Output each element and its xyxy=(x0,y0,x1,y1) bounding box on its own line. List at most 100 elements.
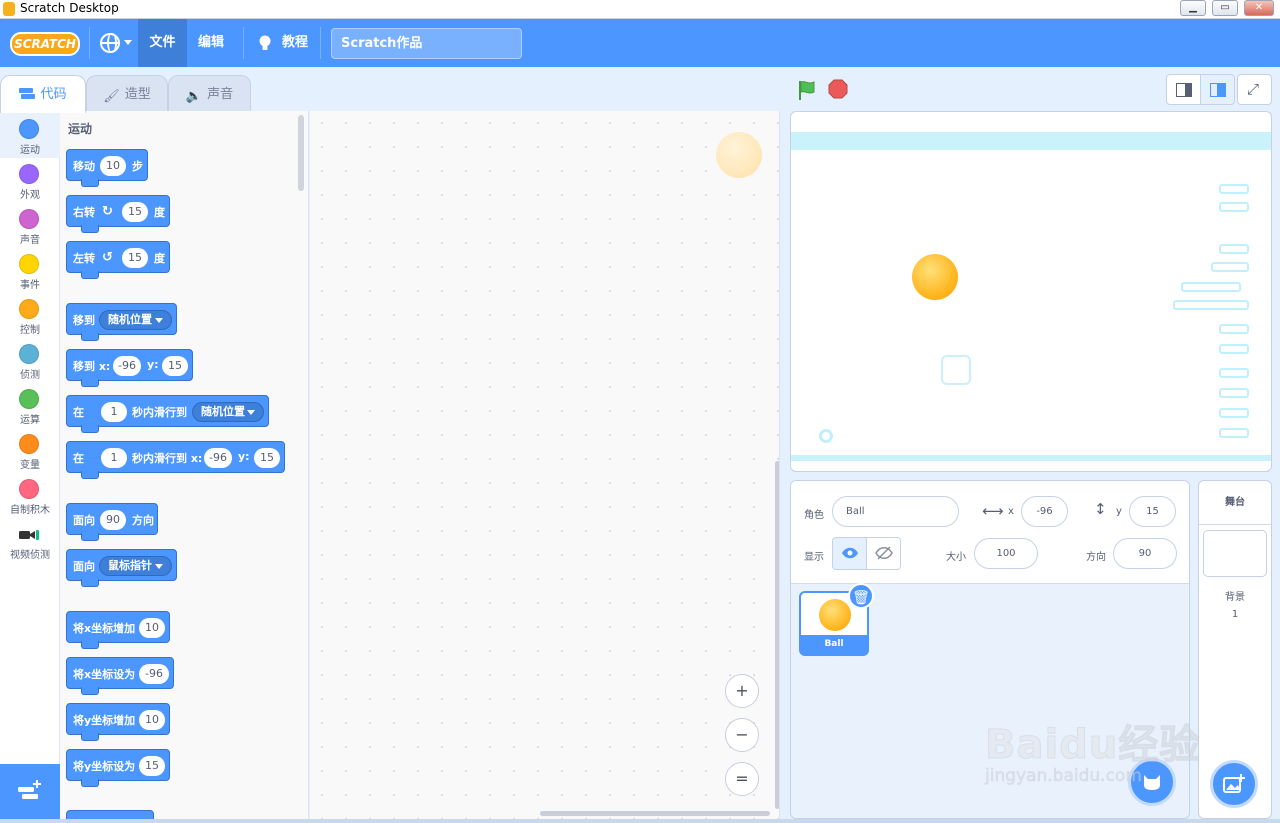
tab-code[interactable]: 代码 xyxy=(0,75,86,113)
y-position-icon: ↕ xyxy=(1094,500,1107,518)
block-input[interactable]: -96 xyxy=(139,664,169,684)
normal-stage-button[interactable] xyxy=(1200,74,1235,105)
ball-sprite[interactable] xyxy=(912,254,958,300)
block-text: 在 xyxy=(73,452,84,465)
category-events[interactable]: 事件 xyxy=(0,248,60,293)
minimize-button[interactable]: ▁ xyxy=(1180,0,1206,16)
block-change-y[interactable]: 将y坐标增加 10 xyxy=(66,703,170,741)
category-label: 运动 xyxy=(20,145,40,156)
category-dot xyxy=(19,164,39,184)
stage-thumbnail[interactable] xyxy=(1203,530,1267,577)
block-input[interactable]: 10 xyxy=(100,156,126,176)
category-sound[interactable]: 声音 xyxy=(0,203,60,248)
block-turn-left[interactable]: 左转 ↺ 15 度 xyxy=(66,241,170,279)
brush-icon: 🖌 xyxy=(103,89,120,104)
zoom-in-button[interactable]: + xyxy=(725,674,759,708)
category-operators[interactable]: 运算 xyxy=(0,383,60,428)
block-glide-random[interactable]: 在 1 秒内滑行到 随机位置 xyxy=(66,395,269,433)
category-control[interactable]: 控制 xyxy=(0,293,60,338)
block-glide-xy[interactable]: 在 1 秒内滑行到 x: -96 y: 15 xyxy=(66,441,285,479)
sprite-name-input[interactable]: Ball xyxy=(832,496,959,527)
block-input[interactable]: 10 xyxy=(139,710,165,730)
block-partial[interactable] xyxy=(66,810,154,819)
backdrop-decoration xyxy=(1219,202,1249,212)
menu-bar: SCRATCH 文件 编辑 教程 Scratch作品 xyxy=(0,19,1280,67)
block-input[interactable]: -96 xyxy=(204,448,232,468)
tab-costumes[interactable]: 🖌 造型 xyxy=(86,75,168,112)
block-input[interactable]: -96 xyxy=(113,356,141,376)
category-dot xyxy=(19,389,39,409)
window-title: Scratch Desktop xyxy=(20,1,119,15)
block-input[interactable]: 10 xyxy=(139,618,165,638)
category-looks[interactable]: 外观 xyxy=(0,158,60,203)
block-point-towards[interactable]: 面向 鼠标指针 xyxy=(66,549,177,587)
block-set-y[interactable]: 将y坐标设为 15 xyxy=(66,749,170,787)
block-turn-right[interactable]: 右转 ↻ 15 度 xyxy=(66,195,170,233)
show-sprite-button[interactable] xyxy=(832,537,867,570)
script-horizontal-scrollbar[interactable] xyxy=(540,811,770,816)
stop-icon[interactable] xyxy=(828,79,848,99)
chevron-down-icon[interactable] xyxy=(124,40,132,45)
small-stage-button[interactable] xyxy=(1166,74,1201,105)
block-point-direction[interactable]: 面向 90 方向 xyxy=(66,503,158,541)
category-menu: 运动 外观 声音 事件 控制 侦测 运算 变量 自制积木 视频侦测 xyxy=(0,111,60,764)
size-input[interactable]: 100 xyxy=(974,538,1038,569)
category-label: 视频侦测 xyxy=(10,550,50,561)
sprite-info-panel: 角色 Ball ⟷ x -96 ↕ y 15 显示 大小 100 方向 90 xyxy=(791,481,1189,584)
block-input[interactable]: 15 xyxy=(122,202,148,222)
block-dropdown[interactable]: 随机位置 xyxy=(192,402,264,422)
zoom-reset-button[interactable]: = xyxy=(725,762,759,796)
block-set-x[interactable]: 将x坐标设为 -96 xyxy=(66,657,174,695)
project-title-input[interactable]: Scratch作品 xyxy=(331,28,522,59)
choose-backdrop-button[interactable] xyxy=(1210,760,1258,808)
category-my-blocks[interactable]: 自制积木 xyxy=(0,473,60,518)
lightbulb-icon[interactable] xyxy=(258,34,272,52)
block-goto-random[interactable]: 移到 随机位置 xyxy=(66,303,177,341)
block-text: y: xyxy=(147,358,159,371)
block-dropdown[interactable]: 鼠标指针 xyxy=(99,556,172,576)
category-video-sensing[interactable]: 视频侦测 xyxy=(0,518,60,563)
x-position-input[interactable]: -96 xyxy=(1021,496,1068,527)
script-area[interactable]: + − = xyxy=(310,111,780,819)
file-menu[interactable]: 文件 xyxy=(138,19,187,67)
script-vertical-scrollbar[interactable] xyxy=(775,461,779,809)
stage-pane-title: 舞台 xyxy=(1199,481,1271,525)
hide-sprite-button[interactable] xyxy=(866,537,901,570)
green-flag-icon[interactable] xyxy=(796,79,818,101)
size-label: 大小 xyxy=(946,552,966,563)
add-extension-button[interactable] xyxy=(0,764,60,819)
block-input[interactable]: 1 xyxy=(101,402,127,422)
block-input[interactable]: 15 xyxy=(162,356,188,376)
scratch-logo[interactable]: SCRATCH xyxy=(10,32,80,56)
category-label: 变量 xyxy=(20,460,40,471)
close-button[interactable]: ✕ xyxy=(1244,0,1274,16)
zoom-out-button[interactable]: − xyxy=(725,718,759,752)
block-goto-xy[interactable]: 移到 x: -96 y: 15 xyxy=(66,349,193,387)
palette-scrollbar[interactable] xyxy=(298,115,304,191)
block-input[interactable]: 1 xyxy=(101,448,127,468)
category-variables[interactable]: 变量 xyxy=(0,428,60,473)
block-move-steps[interactable]: 移动 10 步 xyxy=(66,149,148,187)
scratch-app-icon xyxy=(3,2,15,16)
block-input[interactable]: 15 xyxy=(122,248,148,268)
delete-sprite-button[interactable]: 🗑 xyxy=(848,583,874,609)
palette-category-heading: 运动 xyxy=(68,122,93,136)
fullscreen-button[interactable]: ⤢ xyxy=(1237,74,1272,105)
block-change-x[interactable]: 将x坐标增加 10 xyxy=(66,611,170,649)
category-motion[interactable]: 运动 xyxy=(0,113,60,158)
block-text: 秒内滑行到 xyxy=(132,406,187,419)
block-input[interactable]: 90 xyxy=(100,510,126,530)
block-input[interactable]: 15 xyxy=(254,448,280,468)
direction-input[interactable]: 90 xyxy=(1113,538,1177,569)
edit-menu[interactable]: 编辑 xyxy=(187,19,235,67)
y-position-input[interactable]: 15 xyxy=(1129,496,1176,527)
globe-icon[interactable] xyxy=(100,33,120,53)
block-input[interactable]: 15 xyxy=(139,756,165,776)
tab-sounds[interactable]: 🔈 声音 xyxy=(168,75,251,112)
block-dropdown[interactable]: 随机位置 xyxy=(99,310,172,330)
stage-canvas[interactable] xyxy=(790,111,1272,472)
tutorials-menu[interactable]: 教程 xyxy=(276,19,314,67)
maximize-button[interactable]: ▭ xyxy=(1212,0,1238,16)
menu-divider xyxy=(320,27,321,59)
category-sensing[interactable]: 侦测 xyxy=(0,338,60,383)
